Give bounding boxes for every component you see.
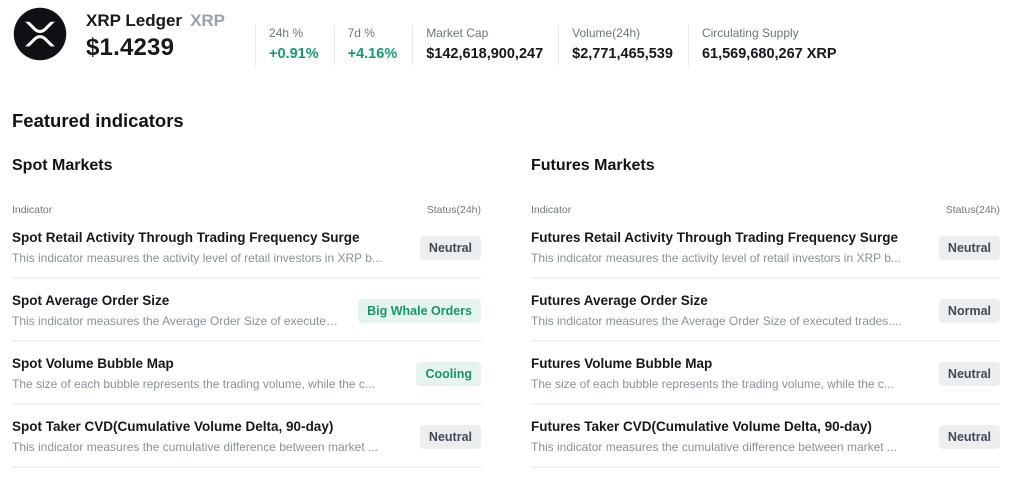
indicator-text: Spot Volume Bubble Map The size of each … bbox=[12, 356, 389, 391]
stat-value: $142,618,900,247 bbox=[426, 46, 543, 62]
section-title-futures: Futures Markets bbox=[531, 157, 1000, 175]
column-header-status: Status(24h) bbox=[427, 204, 481, 216]
table-header-spot: Indicator Status(24h) bbox=[12, 204, 481, 216]
status-badge: Normal bbox=[939, 299, 1000, 323]
column-header-status: Status(24h) bbox=[946, 204, 1000, 216]
status-badge: Cooling bbox=[416, 362, 481, 386]
coin-name: XRP Ledger bbox=[86, 11, 182, 31]
indicator-description: This indicator measures the activity lev… bbox=[531, 251, 901, 265]
indicator-description: This indicator measures the cumulative d… bbox=[12, 440, 378, 454]
page-title: Featured indicators bbox=[12, 110, 1033, 132]
status-badge: Neutral bbox=[420, 236, 481, 260]
coin-symbol: XRP bbox=[190, 11, 225, 31]
indicator-title[interactable]: Futures Average Order Size bbox=[531, 293, 902, 308]
coin-stats: 24h % +0.91% 7d % +4.16% Market Cap $142… bbox=[255, 25, 852, 66]
coin-price: $1.4239 bbox=[86, 34, 225, 62]
stat-label: Volume(24h) bbox=[572, 26, 673, 40]
indicator-description: This indicator measures the activity lev… bbox=[12, 251, 382, 265]
stat-value: +0.91% bbox=[269, 46, 319, 62]
table-header-futures: Indicator Status(24h) bbox=[531, 204, 1000, 216]
indicator-row-spot-average-order-size[interactable]: Spot Average Order Size This indicator m… bbox=[12, 279, 481, 342]
status-badge: Neutral bbox=[939, 425, 1000, 449]
indicator-description: The size of each bubble represents the t… bbox=[12, 377, 375, 391]
stat-value: $2,771,465,539 bbox=[572, 46, 673, 62]
indicator-row-futures-taker-cvd[interactable]: Futures Taker CVD(Cumulative Volume Delt… bbox=[531, 405, 1000, 468]
indicator-text: Spot Average Order Size This indicator m… bbox=[12, 293, 358, 328]
status-badge: Big Whale Orders bbox=[358, 299, 481, 323]
indicator-row-spot-retail-activity[interactable]: Spot Retail Activity Through Trading Fre… bbox=[12, 216, 481, 279]
coin-header: XRP Ledger XRP $1.4239 24h % +0.91% 7d %… bbox=[0, 0, 1033, 62]
indicator-description: This indicator measures the cumulative d… bbox=[531, 440, 897, 454]
indicator-row-futures-average-order-size[interactable]: Futures Average Order Size This indicato… bbox=[531, 279, 1000, 342]
indicator-columns: Spot Markets Indicator Status(24h) Spot … bbox=[0, 132, 1033, 468]
stat-label: Market Cap bbox=[426, 26, 543, 40]
indicator-description: The size of each bubble represents the t… bbox=[531, 377, 894, 391]
indicator-text: Futures Average Order Size This indicato… bbox=[531, 293, 916, 328]
stat-volume-24h: Volume(24h) $2,771,465,539 bbox=[558, 25, 688, 66]
indicator-title[interactable]: Spot Average Order Size bbox=[12, 293, 344, 308]
indicator-text: Futures Taker CVD(Cumulative Volume Delt… bbox=[531, 419, 911, 454]
indicator-title[interactable]: Futures Volume Bubble Map bbox=[531, 356, 894, 371]
indicator-title[interactable]: Spot Volume Bubble Map bbox=[12, 356, 375, 371]
indicator-title[interactable]: Futures Taker CVD(Cumulative Volume Delt… bbox=[531, 419, 897, 434]
indicator-row-spot-taker-cvd[interactable]: Spot Taker CVD(Cumulative Volume Delta, … bbox=[12, 405, 481, 468]
stat-value: +4.16% bbox=[348, 46, 398, 62]
futures-markets-section: Futures Markets Indicator Status(24h) Fu… bbox=[531, 132, 1000, 468]
indicator-text: Spot Retail Activity Through Trading Fre… bbox=[12, 230, 396, 265]
stat-label: 24h % bbox=[269, 26, 319, 40]
stat-market-cap: Market Cap $142,618,900,247 bbox=[412, 25, 558, 66]
status-badge: Neutral bbox=[939, 362, 1000, 386]
section-title-spot: Spot Markets bbox=[12, 157, 481, 175]
indicator-row-futures-volume-bubble-map[interactable]: Futures Volume Bubble Map The size of ea… bbox=[531, 342, 1000, 405]
stat-label: 7d % bbox=[348, 26, 398, 40]
column-header-indicator: Indicator bbox=[12, 204, 52, 216]
indicator-row-spot-volume-bubble-map[interactable]: Spot Volume Bubble Map The size of each … bbox=[12, 342, 481, 405]
indicator-row-futures-retail-activity[interactable]: Futures Retail Activity Through Trading … bbox=[531, 216, 1000, 279]
stat-circulating-supply: Circulating Supply 61,569,680,267 XRP bbox=[688, 25, 852, 66]
indicator-text: Futures Retail Activity Through Trading … bbox=[531, 230, 915, 265]
spot-markets-section: Spot Markets Indicator Status(24h) Spot … bbox=[12, 132, 481, 468]
indicator-description: This indicator measures the Average Orde… bbox=[12, 314, 344, 328]
indicator-text: Futures Volume Bubble Map The size of ea… bbox=[531, 356, 908, 391]
stat-7d-change: 7d % +4.16% bbox=[334, 25, 413, 66]
indicator-title[interactable]: Spot Retail Activity Through Trading Fre… bbox=[12, 230, 382, 245]
xrp-logo-icon bbox=[12, 6, 68, 62]
coin-title-block: XRP Ledger XRP $1.4239 bbox=[86, 11, 225, 62]
status-badge: Neutral bbox=[420, 425, 481, 449]
column-header-indicator: Indicator bbox=[531, 204, 571, 216]
stat-label: Circulating Supply bbox=[702, 26, 837, 40]
indicator-title[interactable]: Futures Retail Activity Through Trading … bbox=[531, 230, 901, 245]
indicator-text: Spot Taker CVD(Cumulative Volume Delta, … bbox=[12, 419, 392, 454]
stat-24h-change: 24h % +0.91% bbox=[255, 25, 334, 66]
indicator-description: This indicator measures the Average Orde… bbox=[531, 314, 902, 328]
indicator-title[interactable]: Spot Taker CVD(Cumulative Volume Delta, … bbox=[12, 419, 378, 434]
stat-value: 61,569,680,267 XRP bbox=[702, 46, 837, 62]
status-badge: Neutral bbox=[939, 236, 1000, 260]
